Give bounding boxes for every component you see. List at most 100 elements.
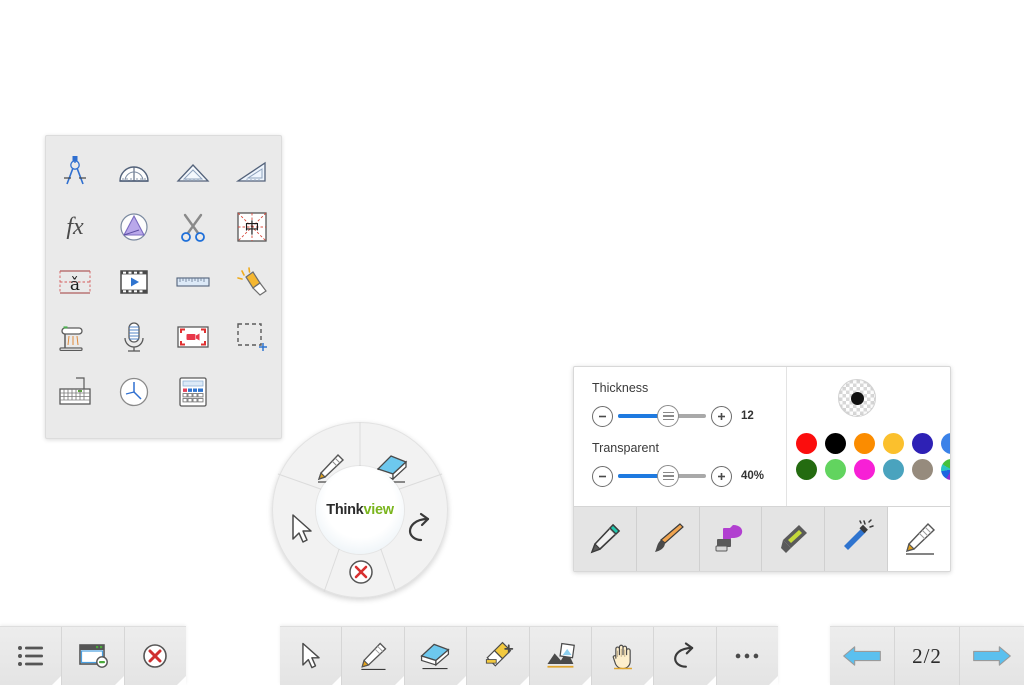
tool-pinyin-a[interactable]: ǎ	[49, 256, 101, 308]
transparent-label: Transparent	[592, 441, 659, 455]
pen-type-magic-pen[interactable]	[825, 507, 889, 571]
pen-settings-top: Thickness 12 Transparent 40%	[574, 367, 950, 506]
color-swatch-gold[interactable]	[883, 433, 904, 454]
pen-type-sketch-pencil[interactable]	[888, 507, 950, 571]
transparent-thumb[interactable]	[657, 465, 679, 487]
color-swatch-light-green[interactable]	[825, 459, 846, 480]
transparent-increase-button[interactable]	[711, 465, 732, 487]
marker-tool-icon	[715, 525, 742, 552]
tools-panel: fx 中 ǎ	[45, 135, 282, 439]
color-swatches	[796, 433, 950, 480]
tool-screenshot[interactable]	[226, 311, 278, 363]
minimize-window-icon	[79, 644, 108, 668]
tool-right-triangle-ruler[interactable]	[226, 146, 278, 198]
color-swatch-indigo[interactable]	[912, 433, 933, 454]
menu-list-icon	[17, 646, 43, 666]
toolbar-more-button[interactable]	[716, 627, 779, 685]
transparent-value: 40%	[741, 470, 765, 482]
previous-page-button[interactable]	[830, 627, 895, 685]
color-swatch-dark-green[interactable]	[796, 459, 817, 480]
transparent-track[interactable]	[618, 465, 706, 487]
color-swatch-rainbow[interactable]	[941, 459, 950, 480]
pen-type-marker[interactable]	[700, 507, 763, 571]
color-swatch-black[interactable]	[825, 433, 846, 454]
screenshot-icon	[236, 322, 267, 351]
minimize-window-button[interactable]	[62, 627, 125, 685]
tool-calculator[interactable]	[167, 366, 219, 418]
pen-type-pencil[interactable]	[574, 507, 637, 571]
undo-icon	[674, 642, 694, 668]
tool-scissors[interactable]	[167, 201, 219, 253]
color-swatch-red[interactable]	[796, 433, 817, 454]
minus-icon	[599, 475, 606, 477]
color-preview-dot	[850, 391, 864, 405]
thickness-track[interactable]	[618, 405, 706, 427]
tool-formula-fx[interactable]: fx	[49, 201, 101, 253]
tool-compass[interactable]	[49, 146, 101, 198]
more-icon	[736, 653, 759, 659]
tool-protractor[interactable]	[108, 146, 160, 198]
tool-isoceles-triangle-ruler[interactable]	[167, 146, 219, 198]
plus-icon	[718, 472, 725, 480]
next-page-button[interactable]	[960, 627, 1024, 685]
toolbar-pen-button[interactable]	[342, 627, 405, 685]
close-app-icon	[143, 644, 168, 668]
thickness-value: 12	[741, 410, 754, 422]
tool-ruler[interactable]	[167, 256, 219, 308]
thickness-decrease-button[interactable]	[592, 405, 613, 427]
svg-text:中: 中	[244, 219, 259, 237]
transparent-decrease-button[interactable]	[592, 465, 613, 487]
tools-grid: fx 中 ǎ	[46, 144, 281, 419]
toolbar-insert-button[interactable]	[529, 627, 592, 685]
spotlight-icon	[236, 266, 267, 296]
toolbar-eraser-button[interactable]	[404, 627, 468, 685]
isoceles-triangle-ruler-icon	[176, 163, 210, 182]
thickness-label: Thickness	[592, 381, 649, 395]
plus-icon	[718, 412, 725, 420]
microphone-icon	[124, 321, 144, 352]
page-navigation-toolbar: 2/2	[830, 626, 1024, 685]
transparent-slider-row: 40%	[592, 464, 786, 488]
highlighter-tool-icon	[781, 525, 808, 553]
undo-icon	[408, 512, 430, 542]
clean-brush-icon	[485, 641, 514, 667]
thickness-increase-button[interactable]	[711, 405, 732, 427]
document-camera-icon	[59, 325, 84, 351]
color-swatch-blue[interactable]	[941, 433, 950, 454]
color-swatch-taupe[interactable]	[912, 459, 933, 480]
tool-spotlight[interactable]	[226, 256, 278, 308]
color-swatch-teal[interactable]	[883, 459, 904, 480]
pen-type-row	[574, 506, 950, 571]
radial-center-logo[interactable]: Thinkview	[316, 466, 404, 554]
3d-shapes-icon	[120, 212, 148, 241]
color-swatch-orange[interactable]	[854, 433, 875, 454]
ruler-icon	[176, 276, 210, 287]
chinese-grid-icon: 中	[236, 211, 267, 242]
tool-microphone[interactable]	[108, 311, 160, 363]
tool-document-camera[interactable]	[49, 311, 101, 363]
tool-clock[interactable]	[108, 366, 160, 418]
svg-text:ǎ: ǎ	[70, 275, 80, 295]
eraser-icon	[420, 643, 451, 670]
close-app-button[interactable]	[124, 627, 187, 685]
page-indicator-cell: 2/2	[895, 627, 960, 685]
tool-on-screen-keyboard[interactable]	[49, 366, 101, 418]
color-swatch-magenta[interactable]	[854, 459, 875, 480]
radial-undo-button[interactable]	[401, 509, 441, 549]
toolbar-undo-button[interactable]	[654, 627, 717, 685]
tool-chinese-grid[interactable]: 中	[226, 201, 278, 253]
tool-video-player[interactable]	[108, 256, 160, 308]
magic-pen-tool-icon	[844, 519, 874, 550]
toolbar-clean-button[interactable]	[467, 627, 530, 685]
toolbar-select-button[interactable]	[280, 627, 343, 685]
pen-type-brush[interactable]	[637, 507, 700, 571]
tool-screen-recorder[interactable]	[167, 311, 219, 363]
arrow-left-icon	[843, 646, 881, 666]
toolbar-pan-button[interactable]	[591, 627, 655, 685]
radial-close-button[interactable]	[341, 552, 381, 592]
pen-type-highlighter[interactable]	[762, 507, 826, 571]
tool-3d-shapes[interactable]	[108, 201, 160, 253]
menu-list-button[interactable]	[0, 627, 63, 685]
thickness-thumb[interactable]	[657, 405, 679, 427]
bottom-center-toolbar	[280, 626, 779, 685]
